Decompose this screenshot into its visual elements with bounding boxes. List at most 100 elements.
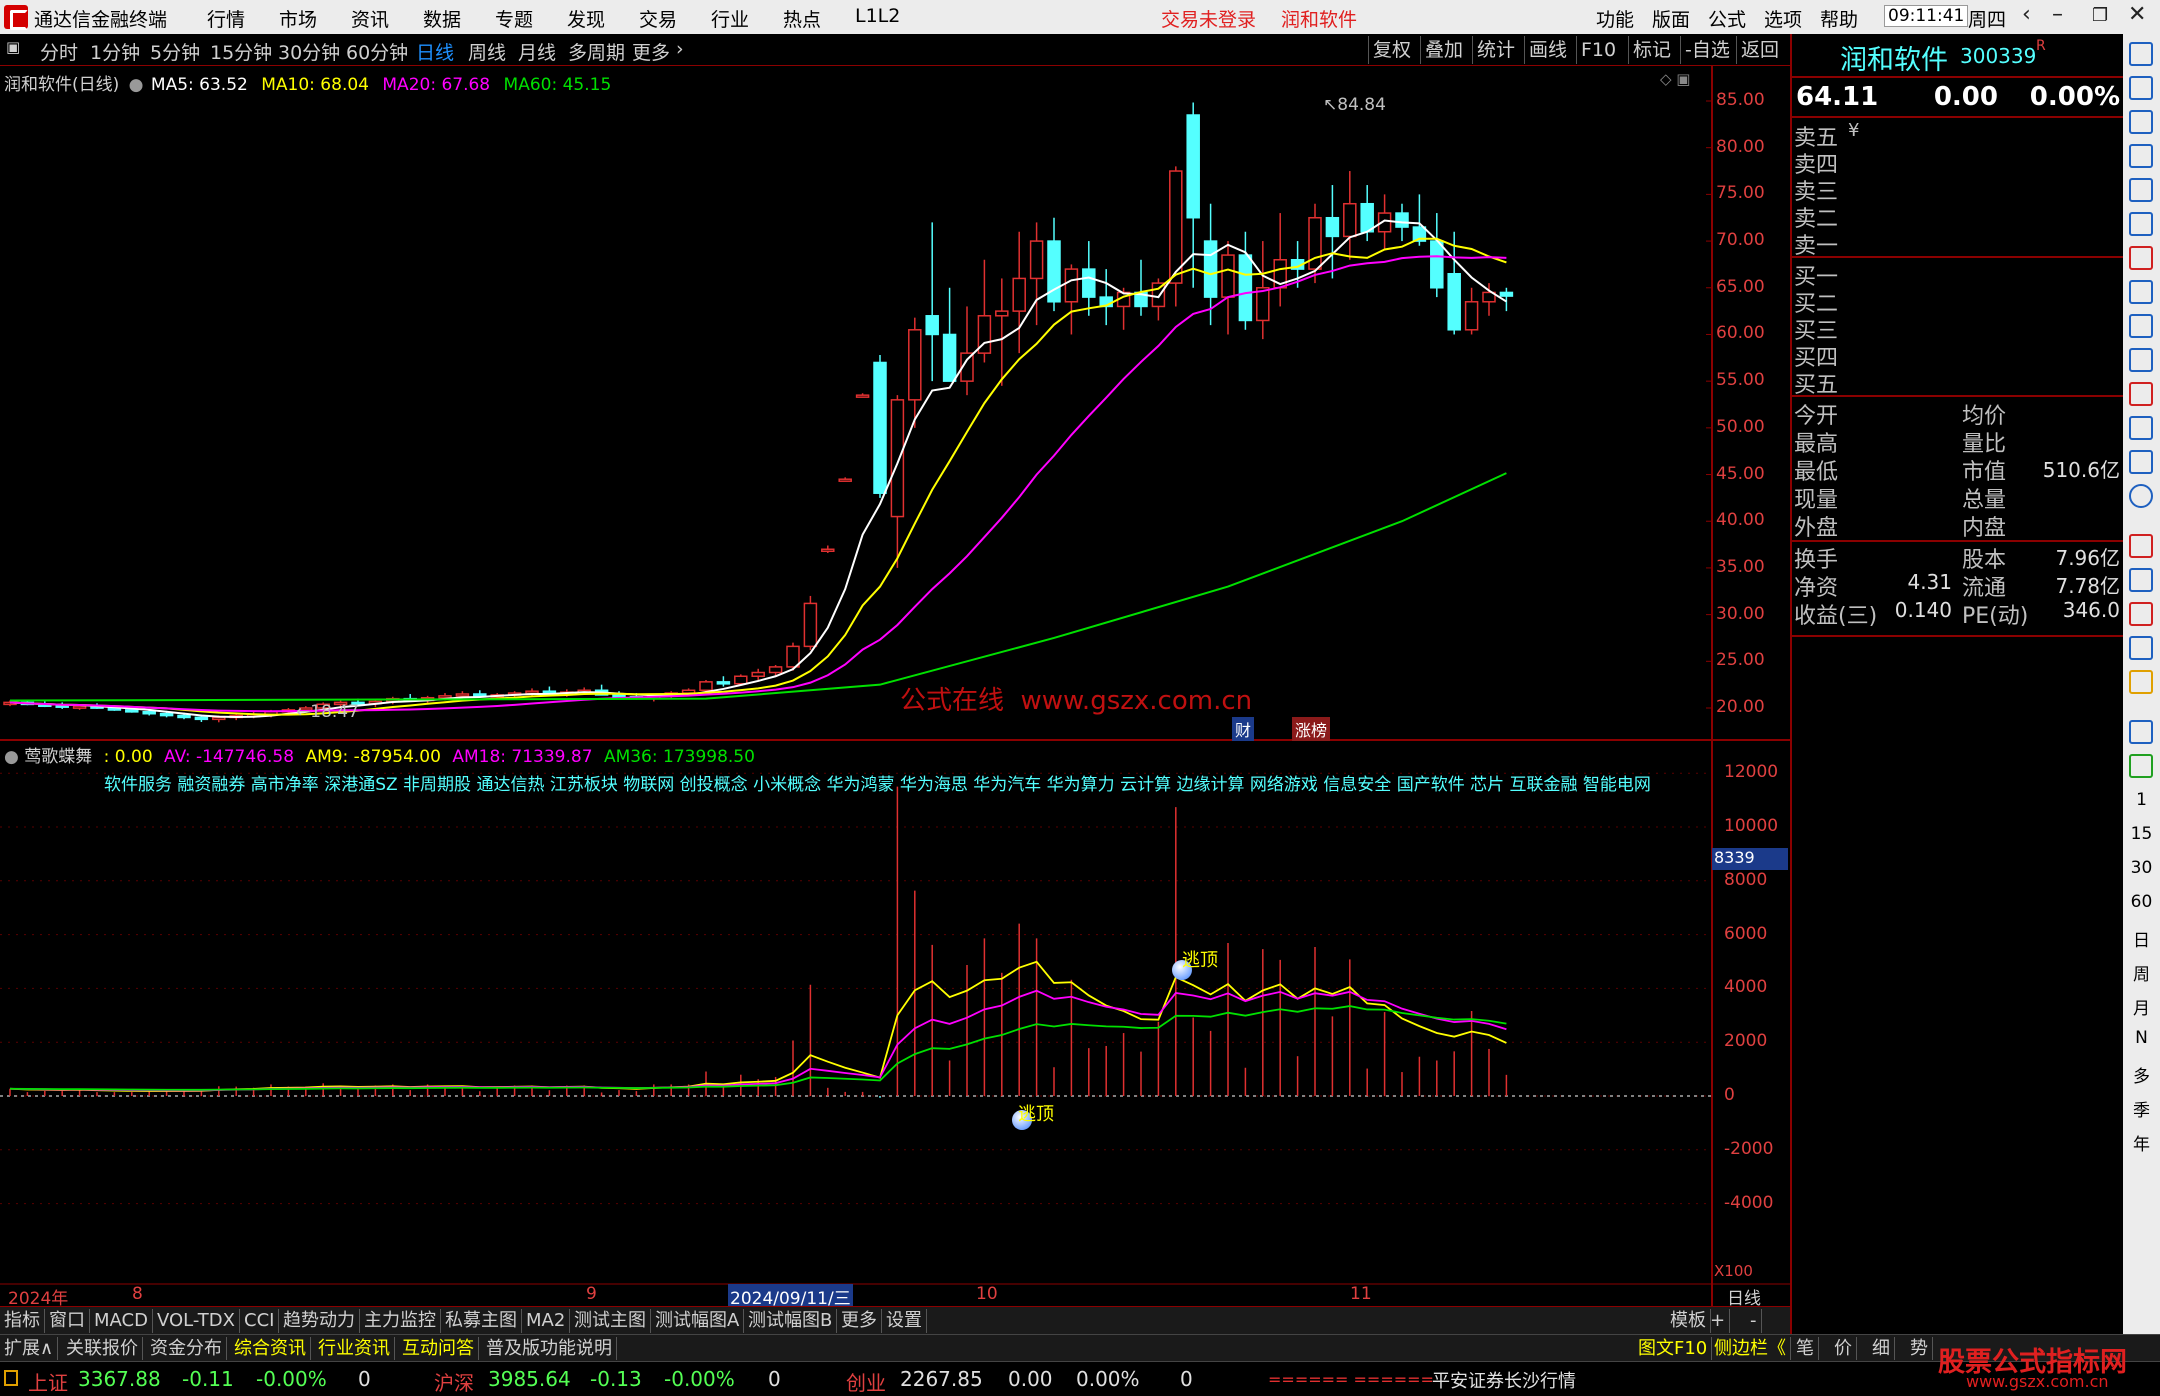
- menu-faxian[interactable]: 发现: [567, 5, 605, 32]
- yen-icon[interactable]: ¥: [1848, 120, 1859, 141]
- tab-12[interactable]: 更多: [837, 1309, 882, 1333]
- tab-5[interactable]: 趋势动力: [279, 1309, 360, 1333]
- ext-related[interactable]: 关联报价: [62, 1337, 143, 1360]
- tool-fuquan[interactable]: 复权: [1368, 36, 1415, 64]
- money-icon[interactable]: [2129, 602, 2153, 626]
- tab-right-2[interactable]: -: [1746, 1309, 1762, 1333]
- side-n[interactable]: N: [2123, 1028, 2160, 1048]
- wave-icon[interactable]: [2129, 534, 2153, 558]
- tool-biaoji[interactable]: 标记: [1628, 36, 1675, 64]
- rsi-icon[interactable]: [2129, 568, 2153, 592]
- period-30min[interactable]: 30分钟: [278, 38, 340, 65]
- side-1[interactable]: 1: [2123, 790, 2160, 810]
- ext-bi[interactable]: 笔: [1792, 1337, 1819, 1360]
- ext-sidebar[interactable]: 侧边栏《: [1710, 1337, 1791, 1360]
- menu-zixun[interactable]: 资讯: [351, 5, 389, 32]
- ext-jia[interactable]: 价: [1830, 1337, 1857, 1360]
- broker[interactable]: 平安证券长沙行情: [1432, 1367, 1576, 1393]
- chart-area[interactable]: [0, 66, 1790, 1306]
- side-15[interactable]: 15: [2123, 824, 2160, 844]
- tab-11[interactable]: 测试幅图B: [744, 1309, 838, 1333]
- table-icon[interactable]: [2129, 178, 2153, 202]
- side-30[interactable]: 30: [2123, 858, 2160, 878]
- settings-circle-icon[interactable]: ●: [129, 75, 144, 95]
- period-multi[interactable]: 多周期: [568, 38, 625, 65]
- tab-7[interactable]: 私募主图: [441, 1309, 522, 1333]
- menu-gongneng[interactable]: 功能: [1596, 5, 1634, 32]
- hs-name[interactable]: 沪深: [434, 1367, 474, 1396]
- menu-redian[interactable]: 热点: [783, 5, 821, 32]
- f10-icon[interactable]: [2129, 314, 2153, 338]
- ext-expand[interactable]: 扩展∧: [0, 1337, 59, 1360]
- tab-2[interactable]: MACD: [90, 1309, 153, 1333]
- period-weekly[interactable]: 周线: [468, 38, 506, 65]
- tab-10[interactable]: 测试幅图A: [651, 1309, 745, 1333]
- line-chart-icon[interactable]: [2129, 212, 2153, 236]
- news-icon[interactable]: [2129, 280, 2153, 304]
- diamond-icon[interactable]: ◇ ▣: [1660, 70, 1690, 88]
- tab-right-0[interactable]: 模板: [1666, 1309, 1711, 1333]
- period-monthly[interactable]: 月线: [518, 38, 556, 65]
- menu-jiaoyi[interactable]: 交易: [639, 5, 677, 32]
- circle-icon[interactable]: [2129, 484, 2153, 508]
- list-icon[interactable]: [2129, 382, 2153, 406]
- period-fenshi[interactable]: 分时: [40, 38, 78, 65]
- ext-xi[interactable]: 细: [1868, 1337, 1895, 1360]
- menu-shuju[interactable]: 数据: [423, 5, 461, 32]
- sh-name[interactable]: 上证: [28, 1367, 68, 1396]
- period-1min[interactable]: 1分钟: [90, 38, 140, 65]
- status-icon[interactable]: [4, 1370, 18, 1386]
- trade-status[interactable]: 交易未登录: [1161, 5, 1256, 32]
- ext-news[interactable]: 综合资讯: [230, 1337, 311, 1360]
- menu-shichang[interactable]: 市场: [279, 5, 317, 32]
- f2-icon[interactable]: [2129, 416, 2153, 440]
- menu-gongshi[interactable]: 公式: [1708, 5, 1746, 32]
- tool-fanhui[interactable]: 返回: [1736, 36, 1783, 64]
- panel-toggle-icon[interactable]: ▣: [6, 38, 20, 56]
- square-icon[interactable]: [2129, 450, 2153, 474]
- tool-huaxian[interactable]: 画线: [1524, 36, 1571, 64]
- side-60[interactable]: 60: [2123, 892, 2160, 912]
- tool-diejia[interactable]: 叠加: [1420, 36, 1467, 64]
- grid-icon[interactable]: [2129, 348, 2153, 372]
- restore-icon[interactable]: ❐: [2092, 5, 2108, 26]
- tab-8[interactable]: MA2: [522, 1309, 571, 1333]
- tab-right-1[interactable]: +: [1706, 1309, 1731, 1333]
- tool-tongji[interactable]: 统计: [1472, 36, 1519, 64]
- menu-bangzhu[interactable]: 帮助: [1820, 5, 1858, 32]
- concept-tags[interactable]: 软件服务 融资融券 高市净率 深港通SZ 非周期股 通达信热 江苏板块 物联网 …: [104, 770, 1710, 795]
- f5-icon[interactable]: [2129, 720, 2153, 744]
- move-icon[interactable]: [2129, 636, 2153, 660]
- tab-0[interactable]: 指标: [0, 1309, 45, 1333]
- tab-4[interactable]: CCI: [240, 1309, 280, 1333]
- menu-zhuanti[interactable]: 专题: [495, 5, 533, 32]
- side-week[interactable]: 周: [2123, 960, 2160, 985]
- kline-icon[interactable]: [2129, 246, 2153, 270]
- info-icon[interactable]: [2129, 144, 2153, 168]
- period-more[interactable]: 更多: [632, 38, 670, 65]
- nav-up-icon[interactable]: [2129, 76, 2153, 100]
- chevron-right-icon[interactable]: ›: [676, 38, 684, 60]
- menu-hangqing[interactable]: 行情: [207, 5, 245, 32]
- ext-funds[interactable]: 资金分布: [146, 1337, 227, 1360]
- menu-l1l2[interactable]: L1L2: [855, 5, 900, 27]
- side-season[interactable]: 季: [2123, 1096, 2160, 1121]
- refresh-icon[interactable]: [2129, 754, 2153, 778]
- side-multi[interactable]: 多: [2123, 1062, 2160, 1087]
- side-day[interactable]: 日: [2123, 926, 2160, 951]
- back-icon[interactable]: ‹: [2022, 2, 2031, 27]
- badge-zhangbang[interactable]: 涨榜: [1292, 717, 1331, 741]
- close-icon[interactable]: ✕: [2128, 2, 2146, 27]
- nav-back-icon[interactable]: [2129, 42, 2153, 66]
- menu-xuanxiang[interactable]: 选项: [1764, 5, 1802, 32]
- side-year[interactable]: 年: [2123, 1130, 2160, 1155]
- tab-13[interactable]: 设置: [882, 1309, 927, 1333]
- period-15min[interactable]: 15分钟: [210, 38, 272, 65]
- nav-down-icon[interactable]: [2129, 110, 2153, 134]
- period-5min[interactable]: 5分钟: [150, 38, 200, 65]
- tool-f10[interactable]: F10: [1576, 36, 1620, 64]
- ext-industry[interactable]: 行业资讯: [314, 1337, 395, 1360]
- tab-9[interactable]: 测试主图: [570, 1309, 651, 1333]
- menu-hangye[interactable]: 行业: [711, 5, 749, 32]
- side-month[interactable]: 月: [2123, 994, 2160, 1019]
